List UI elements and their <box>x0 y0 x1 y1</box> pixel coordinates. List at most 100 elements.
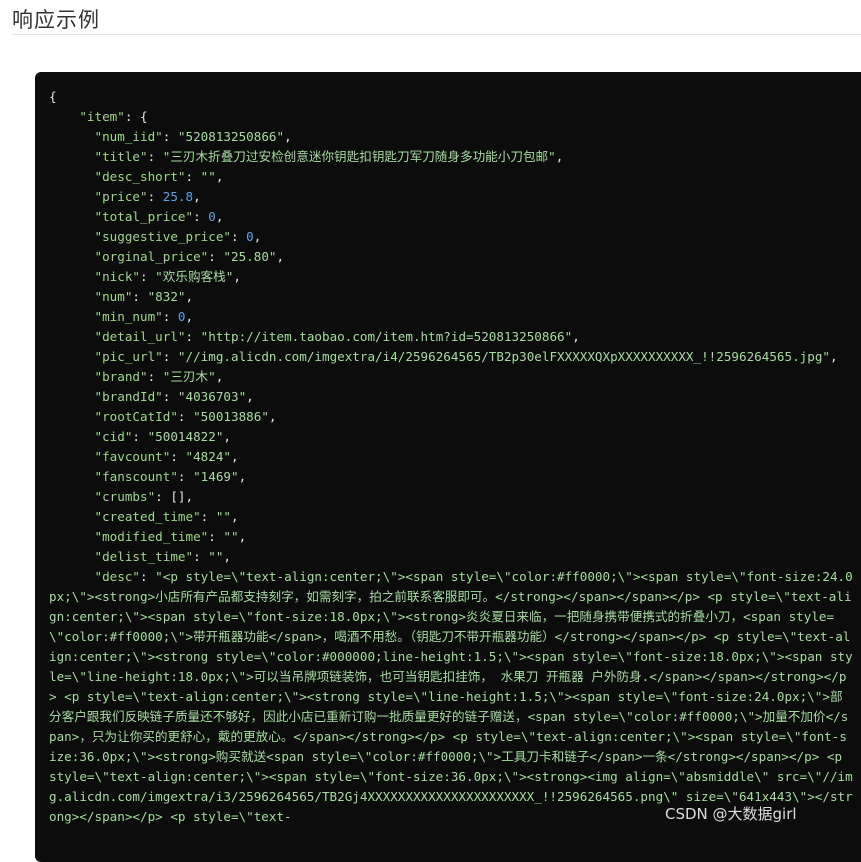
json-key: "cid" <box>94 429 133 444</box>
json-key: "desc_short" <box>94 169 186 184</box>
json-comma: , <box>238 469 247 484</box>
code-line: "nick": "欢乐购客栈", <box>49 267 853 287</box>
json-comma: , <box>829 349 838 364</box>
code-line: "title": "三刃木折叠刀过安检创意迷你钥匙扣钥匙刀军刀随身多功能小刀包邮… <box>49 147 853 167</box>
code-line: "rootCatId": "50013886", <box>49 407 853 427</box>
json-key: "orginal_price" <box>94 249 209 264</box>
json-value: 0 <box>246 229 254 244</box>
json-separator: : <box>185 329 201 344</box>
json-comma: , <box>572 329 580 344</box>
json-separator: : <box>193 209 209 224</box>
json-key: "favcount" <box>94 449 171 464</box>
json-comma: , <box>233 269 241 284</box>
json-comma: , <box>231 449 239 464</box>
json-comma: , <box>284 129 292 144</box>
json-separator: : <box>140 269 156 284</box>
json-key: "delist_time" <box>94 549 194 564</box>
json-separator: : <box>162 309 178 324</box>
json-value: { <box>49 89 57 104</box>
json-separator: : <box>185 169 201 184</box>
json-key: "pic_url" <box>94 349 163 364</box>
json-separator: : <box>230 229 247 244</box>
section-title: 响应示例 <box>12 8 100 32</box>
json-key: "desc" <box>94 569 141 584</box>
code-line: "desc": "<p style=\"text-align:center;\"… <box>49 567 853 827</box>
json-separator: : <box>147 149 163 164</box>
json-value: "" <box>223 529 239 544</box>
csdn-watermark: CSDN @大数据girl <box>665 805 797 823</box>
code-line: "favcount": "4824", <box>49 447 853 467</box>
code-line: { <box>49 87 853 107</box>
json-key: "suggestive_price" <box>94 229 231 244</box>
json-value: [] <box>170 489 186 504</box>
json-separator: : <box>177 469 194 484</box>
json-separator: : <box>132 429 148 444</box>
json-key: "brandId" <box>94 389 163 404</box>
json-value: "三刃木折叠刀过安检创意迷你钥匙扣钥匙刀军刀随身多功能小刀包邮" <box>162 149 556 164</box>
json-value: 25.8 <box>162 189 194 204</box>
json-separator: : <box>170 449 186 464</box>
code-line: "suggestive_price": 0, <box>49 227 853 247</box>
json-value: "50013886" <box>193 409 269 424</box>
code-line: "pic_url": "//img.alicdn.com/imgextra/i4… <box>49 347 853 367</box>
json-separator: : <box>200 509 216 524</box>
code-line: "price": 25.8, <box>49 187 853 207</box>
json-key: "total_price" <box>94 209 194 224</box>
json-comma: , <box>215 209 224 224</box>
code-line: "num_iid": "520813250866", <box>49 127 853 147</box>
json-separator: : <box>193 549 209 564</box>
json-key: "num_iid" <box>94 129 163 144</box>
json-key: "min_num" <box>94 309 163 324</box>
json-comma: , <box>223 549 232 564</box>
json-value: "25.80" <box>223 249 277 264</box>
code-line: "item": { <box>49 107 853 127</box>
json-separator: : <box>147 369 163 384</box>
json-key: "nick" <box>94 269 141 284</box>
json-separator: : <box>162 129 178 144</box>
code-line: "detail_url": "http://item.taobao.com/it… <box>49 327 853 347</box>
json-separator: : <box>177 409 194 424</box>
json-value: 0 <box>208 209 216 224</box>
json-comma: , <box>555 149 564 164</box>
json-key: "num" <box>94 289 133 304</box>
json-value: "http://item.taobao.com/item.htm?id=5208… <box>200 329 573 344</box>
code-line: "brand": "三刃木", <box>49 367 853 387</box>
json-key: "fanscount" <box>94 469 178 484</box>
json-value: "<p style=\"text-align:center;\"><span s… <box>49 569 853 824</box>
section-divider <box>12 34 861 35</box>
code-line: "crumbs": [], <box>49 487 853 507</box>
json-separator: : <box>155 489 171 504</box>
json-separator: : <box>208 249 224 264</box>
json-key: "title" <box>94 149 148 164</box>
json-separator: : <box>208 529 224 544</box>
code-line: "min_num": 0, <box>49 307 853 327</box>
json-comma: , <box>185 309 194 324</box>
json-comma: , <box>193 189 201 204</box>
json-value: "50014822" <box>147 429 224 444</box>
json-key: "created_time" <box>94 509 201 524</box>
json-value: "欢乐购客栈" <box>155 269 234 284</box>
json-comma: , <box>185 489 194 504</box>
response-example-code-block[interactable]: { "item": { "num_iid": "520813250866", "… <box>35 72 861 862</box>
json-value: "4036703" <box>177 389 247 404</box>
code-line: "created_time": "", <box>49 507 853 527</box>
json-separator: : <box>132 289 148 304</box>
json-comma: , <box>268 409 277 424</box>
json-key: "crumbs" <box>94 489 156 504</box>
